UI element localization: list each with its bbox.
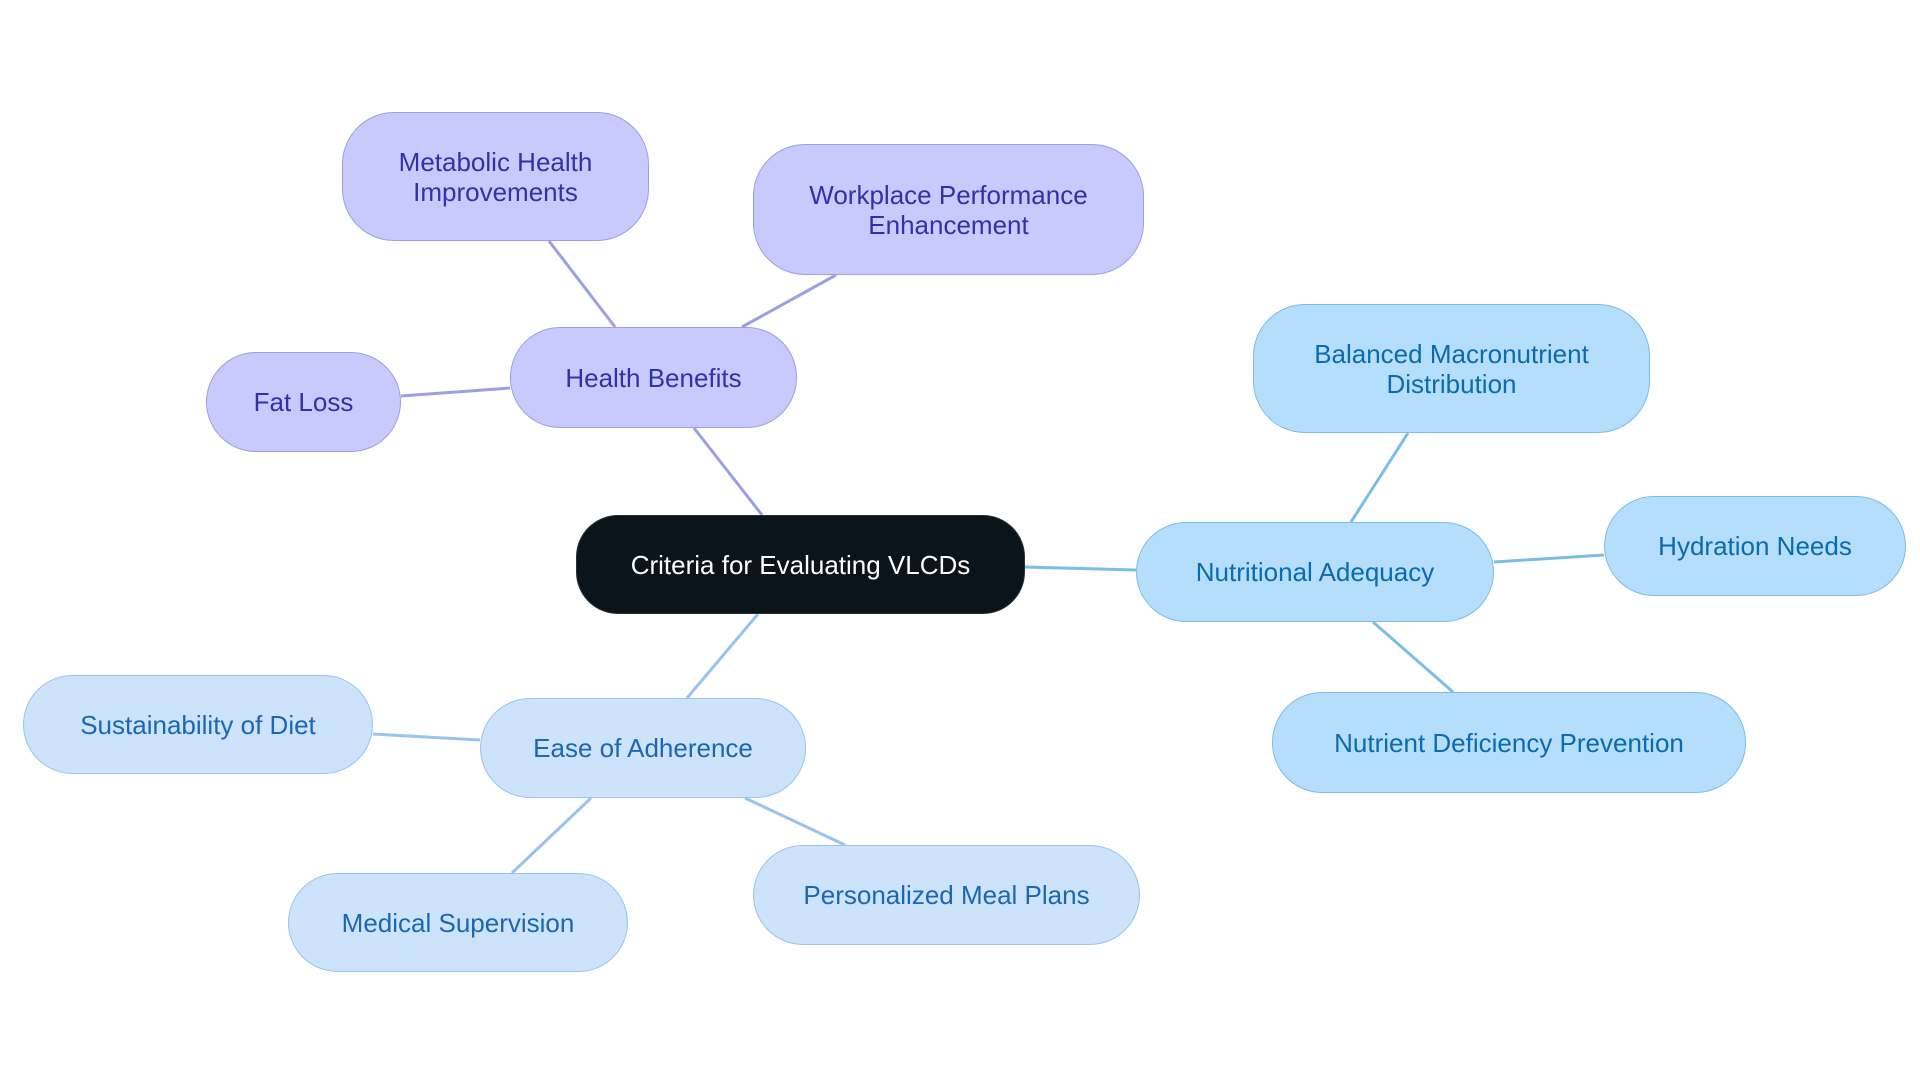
leaf-fat-loss[interactable]: Fat Loss	[206, 352, 401, 452]
leaf-label: Personalized Meal Plans	[803, 880, 1090, 910]
root-node[interactable]: Criteria for Evaluating VLCDs	[576, 515, 1025, 614]
branch-health-benefits[interactable]: Health Benefits	[510, 327, 797, 428]
leaf-label: Fat Loss	[253, 387, 354, 417]
edge-root-health	[692, 427, 764, 516]
edge-health-fatloss	[400, 386, 511, 398]
leaf-label: Metabolic Health Improvements	[398, 146, 593, 207]
edge-root-nutri	[1024, 565, 1137, 572]
edge-nutri-hydration	[1493, 553, 1605, 564]
leaf-sustainability[interactable]: Sustainability of Diet	[23, 675, 373, 774]
leaf-hydration-needs[interactable]: Hydration Needs	[1604, 496, 1906, 596]
leaf-workplace-performance[interactable]: Workplace Performance Enhancement	[753, 144, 1144, 275]
leaf-metabolic-health[interactable]: Metabolic Health Improvements	[342, 112, 649, 241]
branch-label: Health Benefits	[565, 362, 742, 393]
leaf-nutrient-deficiency[interactable]: Nutrient Deficiency Prevention	[1272, 692, 1746, 793]
root-label: Criteria for Evaluating VLCDs	[630, 549, 971, 580]
branch-label: Nutritional Adequacy	[1195, 557, 1435, 587]
branch-label: Ease of Adherence	[533, 733, 753, 763]
leaf-label: Medical Supervision	[341, 907, 575, 938]
edge-root-ease	[685, 613, 760, 699]
branch-nutritional-adequacy[interactable]: Nutritional Adequacy	[1136, 522, 1494, 622]
edge-health-metabolic	[547, 240, 617, 328]
leaf-balanced-macronutrient[interactable]: Balanced Macronutrient Distribution	[1253, 304, 1650, 433]
edge-ease-medical	[510, 796, 593, 875]
edge-ease-meal	[744, 796, 846, 847]
leaf-label: Hydration Needs	[1658, 531, 1852, 561]
edge-nutri-balanced	[1349, 432, 1410, 523]
branch-ease-of-adherence[interactable]: Ease of Adherence	[480, 698, 806, 798]
leaf-personalized-meal-plans[interactable]: Personalized Meal Plans	[753, 845, 1140, 945]
leaf-medical-supervision[interactable]: Medical Supervision	[288, 873, 628, 972]
leaf-label: Balanced Macronutrient Distribution	[1314, 338, 1589, 399]
edge-health-workplace	[741, 273, 837, 329]
leaf-label: Sustainability of Diet	[80, 709, 316, 740]
edge-nutri-deficiency	[1372, 620, 1454, 694]
edge-ease-sustain	[372, 732, 481, 742]
leaf-label: Nutrient Deficiency Prevention	[1334, 727, 1684, 758]
leaf-label: Workplace Performance Enhancement	[809, 179, 1088, 240]
